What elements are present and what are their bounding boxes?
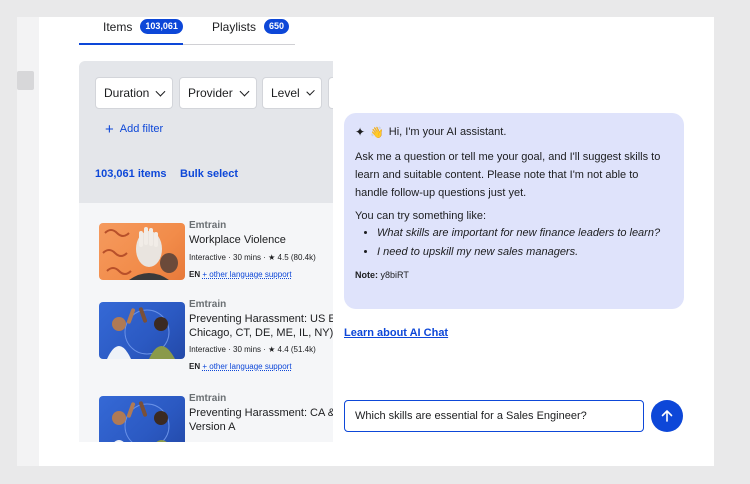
course-meta: Interactive · 30 mins · ★ 4.4 (51.4k): [189, 345, 316, 354]
language-code: EN: [189, 362, 201, 371]
active-tab-indicator: [79, 43, 183, 45]
chevron-down-icon: [305, 86, 315, 96]
results-list: Emtrain Workplace Violence Interactive ·…: [79, 203, 333, 442]
course-thumbnail: [99, 223, 185, 280]
add-filter-label: Add filter: [119, 123, 164, 135]
bulk-select-button[interactable]: Bulk select: [180, 168, 238, 180]
assistant-message: ✦ 👋 Hi, I'm your AI assistant. Ask me a …: [344, 113, 684, 309]
collapse-handle[interactable]: [17, 71, 34, 90]
suggestions-heading: You can try something like:: [355, 210, 487, 222]
greeting-row: ✦ 👋 Hi, I'm your AI assistant.: [355, 125, 673, 139]
tab-divider: [183, 44, 295, 45]
greeting-text: Hi, I'm your AI assistant.: [388, 126, 507, 138]
suggestion-list: What skills are important for new financ…: [355, 224, 673, 262]
course-title-line2[interactable]: Chicago, CT, DE, ME, IL, NY) - V: [189, 326, 333, 340]
note-label: Note:: [355, 270, 378, 280]
language-support: EN + other language support: [189, 270, 292, 279]
filter-label: Duration: [104, 86, 150, 100]
tab-label: Playlists: [212, 19, 257, 34]
chat-input[interactable]: [344, 400, 644, 432]
provider-filter-button[interactable]: Provider: [179, 77, 257, 109]
arrow-up-icon: [661, 410, 673, 422]
count-badge: 650: [264, 19, 290, 34]
course-title[interactable]: Preventing Harassment: CA &: [189, 406, 333, 420]
list-item[interactable]: Emtrain Preventing Harassment: CA & Vers…: [99, 393, 333, 442]
suggestion-item: What skills are important for new financ…: [377, 224, 673, 243]
tab-playlists[interactable]: Playlists 650: [212, 19, 290, 34]
language-support: EN + other language support: [189, 362, 292, 371]
thumbnail-art: [102, 227, 178, 280]
course-provider: Emtrain: [189, 220, 227, 231]
plus-icon: +: [105, 120, 114, 138]
course-title[interactable]: Workplace Violence: [189, 233, 286, 247]
language-support-link[interactable]: + other language support: [202, 362, 291, 371]
session-note: Note: y8biRT: [355, 270, 673, 280]
filter-panel: Duration Provider Level + Add filter 103…: [79, 61, 333, 203]
course-provider: Emtrain: [189, 393, 227, 404]
course-title-line2[interactable]: Version A: [189, 420, 235, 434]
chevron-down-icon: [239, 86, 250, 96]
course-provider: Emtrain: [189, 299, 227, 310]
course-title[interactable]: Preventing Harassment: US E: [189, 312, 333, 326]
items-count: 103,061 items: [95, 168, 167, 180]
level-filter-button[interactable]: Level: [262, 77, 322, 109]
tab-label: Items: [103, 19, 133, 34]
chevron-down-icon: [155, 86, 166, 96]
duration-filter-button[interactable]: Duration: [95, 77, 173, 109]
tab-items[interactable]: Items 103,061: [103, 19, 183, 34]
thumbnail-art: [112, 401, 170, 442]
note-value: y8biRT: [380, 270, 409, 280]
learn-about-ai-chat-link[interactable]: Learn about AI Chat: [344, 327, 448, 339]
filter-label: Provider: [188, 86, 233, 100]
course-thumbnail: [99, 302, 185, 359]
filter-label: Level: [271, 86, 300, 100]
intro-text: Ask me a question or tell me your goal, …: [355, 151, 661, 199]
ai-chat-panel: ✦ 👋 Hi, I'm your AI assistant. Ask me a …: [333, 17, 714, 466]
add-filter-button[interactable]: + Add filter: [105, 120, 164, 138]
language-code: EN: [189, 270, 201, 279]
list-item[interactable]: Emtrain Preventing Harassment: US E Chic…: [99, 299, 333, 389]
language-support-link[interactable]: + other language support: [202, 270, 291, 279]
catalog-page: Items 103,061 Playlists 650 Duration Pro…: [39, 17, 333, 442]
suggestion-item: I need to upskill my new sales managers.: [377, 243, 673, 262]
list-item[interactable]: Emtrain Workplace Violence Interactive ·…: [99, 220, 333, 310]
course-meta: Interactive · 30 mins · ★ 4.5 (80.4k): [189, 253, 316, 262]
send-button[interactable]: [651, 400, 683, 432]
wave-icon: 👋: [370, 126, 384, 139]
sparkle-icon: ✦: [355, 125, 366, 139]
catalog-tabs: Items 103,061 Playlists 650: [79, 17, 333, 45]
count-badge: 103,061: [140, 19, 183, 34]
thumbnail-art: [107, 307, 175, 359]
course-thumbnail: [99, 396, 185, 442]
